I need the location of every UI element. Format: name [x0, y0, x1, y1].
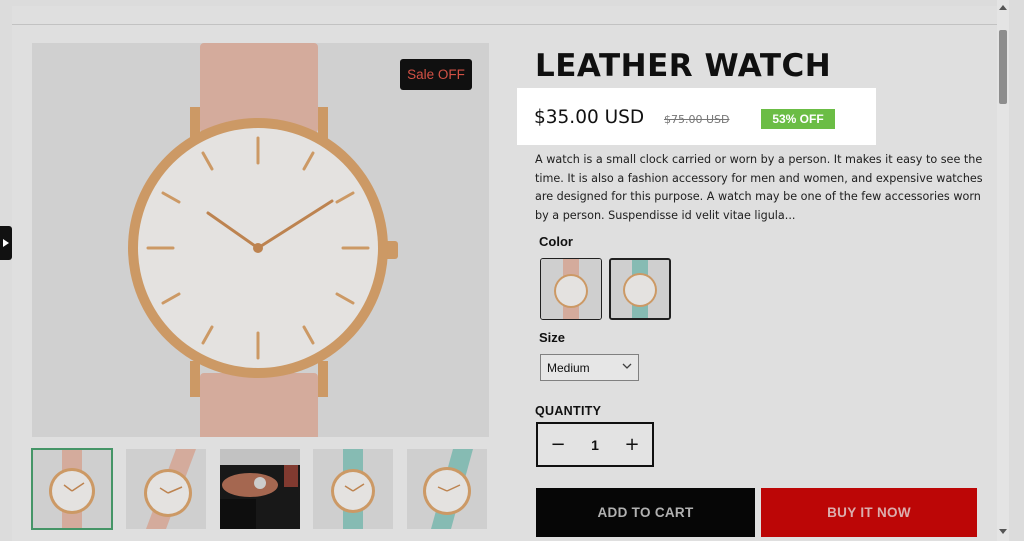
product-description: A watch is a small clock carried or worn… — [535, 153, 983, 223]
quantity-increase-button[interactable]: + — [612, 424, 652, 465]
sale-badge: Sale OFF — [400, 59, 472, 90]
color-swatch-teal[interactable] — [609, 258, 671, 320]
quantity-stepper: − 1 + — [536, 422, 654, 467]
size-select[interactable]: Medium — [540, 354, 639, 381]
quantity-value[interactable]: 1 — [578, 424, 612, 465]
thumbnail-2[interactable] — [126, 449, 206, 529]
product-title: LEATHER WATCH — [535, 48, 832, 84]
product-price: $35.00 USD — [534, 107, 645, 128]
chevron-right-icon — [3, 239, 9, 247]
quantity-decrease-button[interactable]: − — [538, 424, 578, 465]
watch-thumbnail — [32, 449, 112, 529]
teal-watch-swatch-image — [611, 260, 669, 318]
color-swatch-pink[interactable] — [540, 258, 602, 320]
thumbnail-strip — [31, 448, 489, 530]
buy-it-now-button[interactable]: BUY IT NOW — [761, 488, 977, 537]
thumbnail-1[interactable] — [31, 448, 113, 530]
watch-thumbnail — [407, 449, 487, 529]
scrollbar-thumb[interactable] — [999, 30, 1007, 104]
thumbnail-5[interactable] — [407, 449, 487, 529]
scroll-up-arrow-icon[interactable] — [997, 4, 1009, 14]
add-to-cart-button[interactable]: ADD TO CART — [536, 488, 755, 537]
size-label: Size — [539, 330, 566, 345]
scroll-down-arrow-icon[interactable] — [997, 529, 1009, 539]
size-select-value: Medium — [547, 360, 590, 375]
wrist-thumbnail — [220, 449, 300, 529]
watch-image — [32, 43, 489, 437]
thumbnail-4[interactable] — [313, 449, 393, 529]
side-drawer-toggle[interactable] — [0, 226, 12, 260]
compare-at-price: $75.00 USD — [664, 113, 730, 126]
discount-badge: 53% OFF — [761, 109, 835, 129]
chevron-down-icon — [622, 363, 632, 369]
watch-thumbnail — [313, 449, 393, 529]
watch-thumbnail — [126, 449, 206, 529]
scrollbar[interactable] — [997, 0, 1009, 541]
price-highlight-box: $35.00 USD $75.00 USD 53% OFF — [517, 88, 876, 145]
product-page: Sale OFF LEATHER WATCH A watch is a smal… — [12, 6, 997, 541]
pink-watch-swatch-image — [541, 259, 601, 319]
divider — [12, 24, 997, 25]
color-label: Color — [539, 234, 573, 249]
main-product-image[interactable]: Sale OFF — [32, 43, 489, 437]
quantity-label: QUANTITY — [535, 404, 602, 418]
thumbnail-3[interactable] — [220, 449, 300, 529]
